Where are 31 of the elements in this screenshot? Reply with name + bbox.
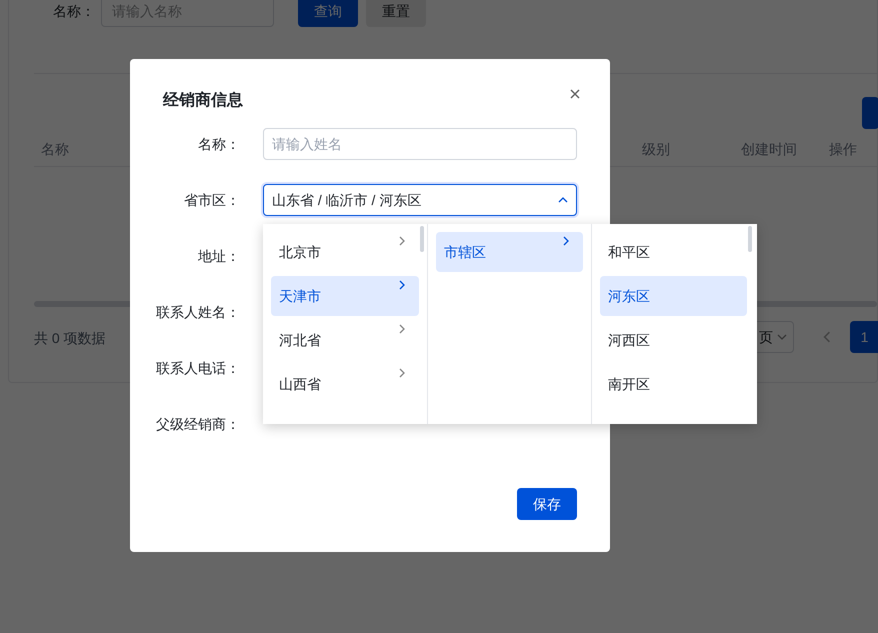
- total-count: 共 0 项数据: [34, 329, 106, 348]
- field-label: 联系人电话：: [155, 358, 240, 378]
- field-label: 父级经销商：: [155, 414, 240, 434]
- cascader-option[interactable]: 山西省: [271, 364, 419, 404]
- region-select[interactable]: 山东省 / 临沂市 / 河东区: [263, 184, 577, 216]
- search-label: 名称：: [52, 2, 96, 20]
- table-header: 操作: [829, 140, 857, 159]
- scrollbar-thumb: [420, 226, 424, 252]
- table-header: 名称: [41, 140, 69, 159]
- chevron-up-icon: [558, 195, 568, 205]
- cascader-option[interactable]: 河西区: [600, 320, 747, 360]
- field-label: 名称：: [197, 134, 240, 154]
- cascader-option[interactable]: 河东区: [600, 276, 747, 316]
- cascader-option[interactable]: 天津市: [271, 276, 419, 316]
- cascader-option[interactable]: 南开区: [600, 364, 747, 404]
- modal-title: 经销商信息: [163, 90, 243, 111]
- cascader-option[interactable]: 和平区: [600, 232, 747, 272]
- chevron-down-icon: [777, 332, 787, 342]
- field-label: 地址：: [197, 246, 240, 266]
- save-button[interactable]: 保存: [517, 488, 577, 520]
- table-header: 级别: [642, 140, 670, 159]
- name-field[interactable]: 请输入姓名: [263, 128, 577, 160]
- cascader-option[interactable]: 河北省: [271, 320, 419, 360]
- chevron-left-icon: [821, 331, 833, 343]
- table-header: 创建时间: [741, 140, 797, 159]
- field-label: 省市区：: [183, 190, 240, 210]
- cascader-option[interactable]: 北京市: [271, 232, 419, 272]
- cascader-option[interactable]: 市辖区: [436, 232, 583, 272]
- close-icon[interactable]: [570, 89, 580, 99]
- field-label: 联系人姓名：: [155, 302, 240, 322]
- scrollbar-thumb: [748, 226, 752, 252]
